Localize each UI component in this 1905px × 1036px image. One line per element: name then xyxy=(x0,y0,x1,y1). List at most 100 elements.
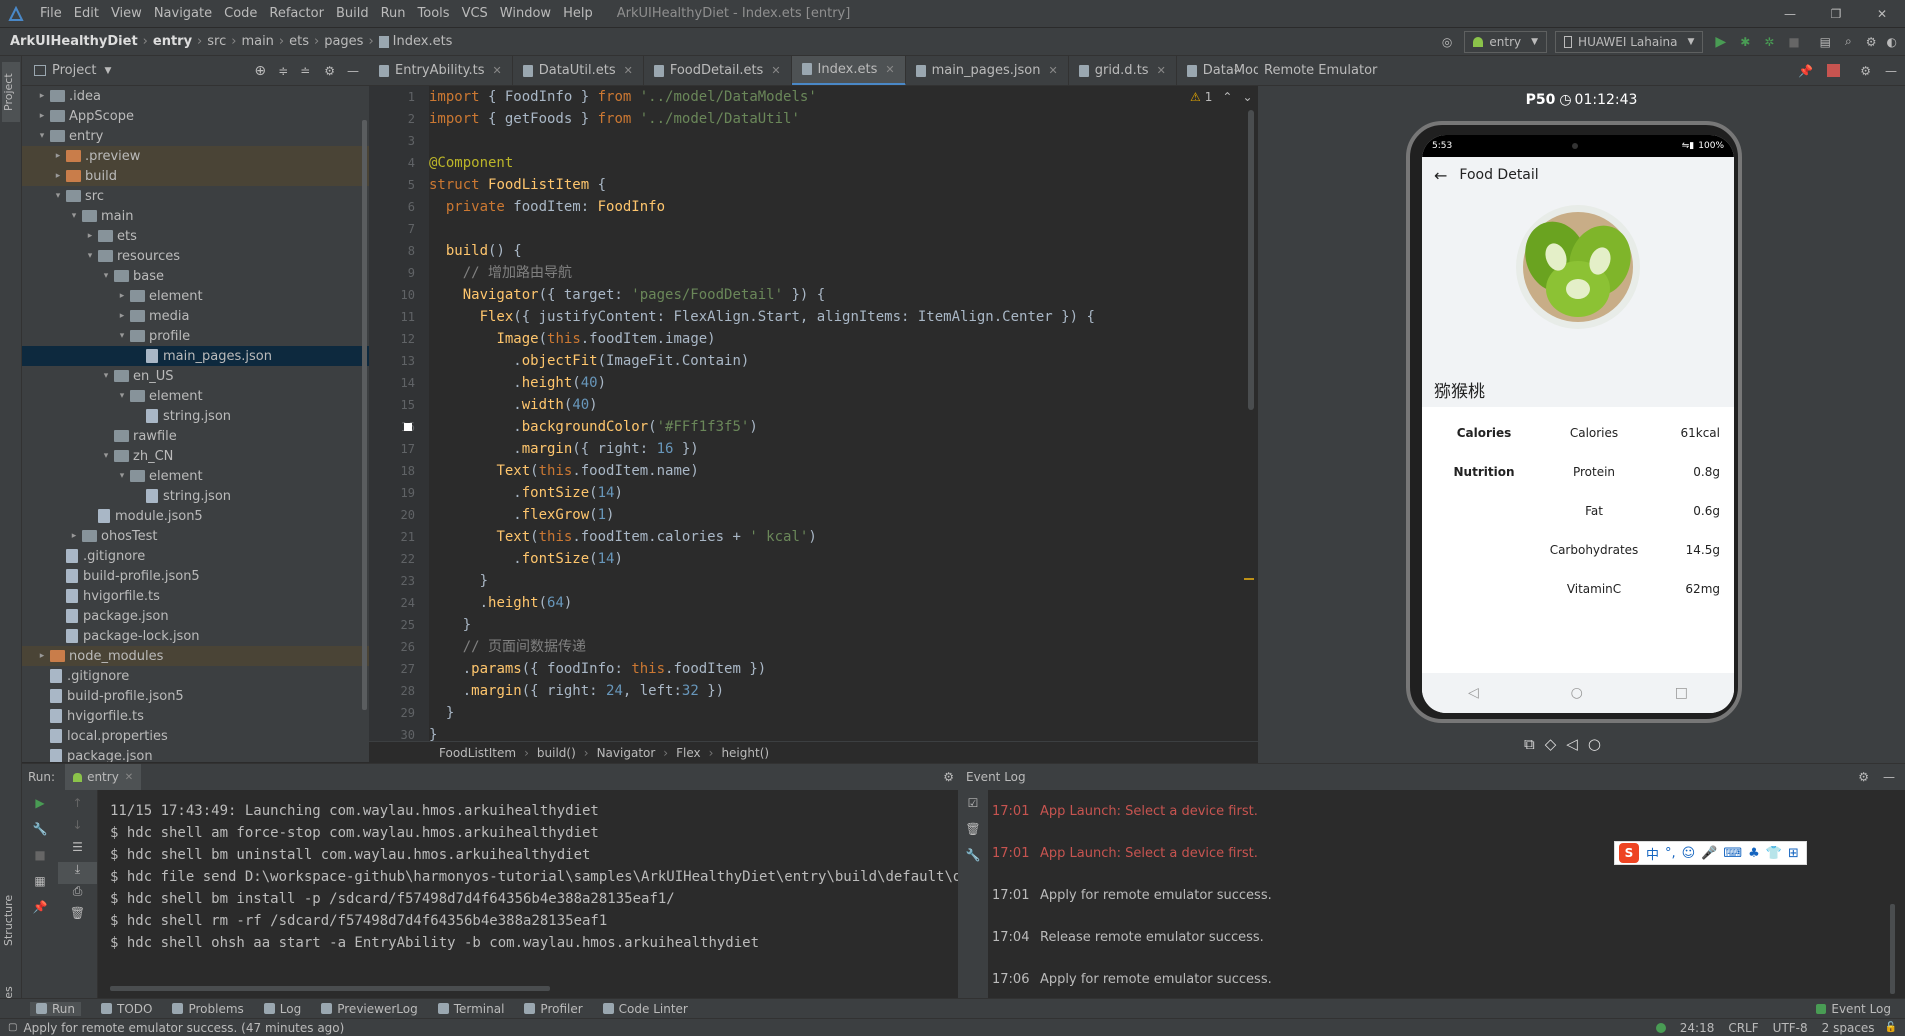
tool-tab-run[interactable]: Run xyxy=(30,1001,82,1016)
mark-read-icon[interactable]: ☑ xyxy=(958,796,988,822)
run-config-select[interactable]: entry ▼ xyxy=(1464,30,1548,53)
hide-panel-icon[interactable]: — xyxy=(1883,770,1895,784)
close-tab-icon[interactable]: ✕ xyxy=(1049,64,1058,77)
search-icon[interactable]: ⌕ xyxy=(1845,34,1852,49)
ime-button[interactable]: ☺ xyxy=(1682,846,1696,861)
print-icon[interactable]: ⎙ xyxy=(58,884,97,906)
pin-icon[interactable]: 📌 xyxy=(22,900,58,926)
chevron-right-icon[interactable]: ▸ xyxy=(114,311,130,321)
tab-list-chevron-icon[interactable]: ⌄ xyxy=(1232,62,1241,75)
home-icon[interactable]: ○ xyxy=(1588,735,1601,753)
chevron-down-icon[interactable]: ⌄ xyxy=(1242,90,1252,104)
code-editor[interactable]: import { FoodInfo } from '../model/DataM… xyxy=(429,86,1258,741)
tool-tab-profiler[interactable]: Profiler xyxy=(524,1002,583,1016)
menu-edit[interactable]: Edit xyxy=(68,6,105,21)
tree-item[interactable]: module.json5 xyxy=(22,506,369,526)
event-message[interactable]: App Launch: Select a device first. xyxy=(1040,846,1258,861)
breadcrumb-item[interactable]: src xyxy=(207,34,226,49)
tree-item[interactable]: ▸ ets xyxy=(22,226,369,246)
project-tool-tab[interactable]: Project xyxy=(2,62,20,122)
restore-button[interactable]: ❐ xyxy=(1813,7,1859,21)
code-breadcrumb-item[interactable]: FoodListItem xyxy=(439,746,516,760)
chevron-down-icon[interactable]: ▾ xyxy=(114,331,130,341)
gear-icon[interactable]: ⚙ xyxy=(1858,770,1869,784)
tree-scrollbar[interactable] xyxy=(362,120,367,710)
close-tab-icon[interactable]: ✕ xyxy=(624,64,633,77)
close-tab-icon[interactable]: ✕ xyxy=(1157,64,1166,77)
ime-button[interactable]: ⌨ xyxy=(1723,846,1742,861)
chevron-right-icon[interactable]: ▸ xyxy=(34,651,50,661)
chevron-down-icon[interactable]: ▾ xyxy=(98,271,114,281)
editor-tab[interactable]: DataModels.ets✕ xyxy=(1177,56,1258,85)
code-breadcrumb-item[interactable]: Navigator xyxy=(597,746,656,760)
tree-item[interactable]: ▸ AppScope xyxy=(22,106,369,126)
tree-item[interactable]: ▸ media xyxy=(22,306,369,326)
tree-item[interactable]: ▸ .idea xyxy=(22,86,369,106)
project-view-select[interactable]: Project xyxy=(52,63,96,78)
ime-button[interactable]: °, xyxy=(1665,846,1676,861)
file-encoding[interactable]: UTF-8 xyxy=(1773,1021,1808,1035)
tree-item[interactable]: package-lock.json xyxy=(22,626,369,646)
menu-view[interactable]: View xyxy=(105,6,148,21)
breadcrumb-item[interactable]: entry xyxy=(153,34,192,49)
event-log-tab[interactable]: Event Log xyxy=(1816,1002,1891,1016)
locate-file-icon[interactable]: ⊕ xyxy=(254,63,266,79)
tree-item[interactable]: hvigorfile.ts xyxy=(22,706,369,726)
status-message[interactable]: Apply for remote emulator success. (47 m… xyxy=(23,1021,344,1035)
editor-tab[interactable]: main_pages.json ✕ xyxy=(906,56,1069,85)
tree-item[interactable]: hvigorfile.ts xyxy=(22,586,369,606)
breadcrumb-item[interactable]: pages xyxy=(324,34,363,49)
menu-file[interactable]: File xyxy=(34,6,68,21)
code-breadcrumb-item[interactable]: build() xyxy=(537,746,576,760)
collapse-all-icon[interactable]: ≐ xyxy=(300,64,310,78)
ime-button[interactable]: ♣ xyxy=(1748,846,1760,861)
tool-tab-todo[interactable]: TODO xyxy=(101,1002,152,1016)
tree-item[interactable]: ▸ node_modules xyxy=(22,646,369,666)
chevron-down-icon[interactable]: ▼ xyxy=(104,66,111,76)
settings-icon[interactable]: ⚙ xyxy=(1866,35,1877,49)
menu-refactor[interactable]: Refactor xyxy=(263,6,330,21)
chevron-down-icon[interactable]: ▾ xyxy=(98,371,114,381)
event-scrollbar[interactable] xyxy=(1890,904,1895,994)
tree-item[interactable]: rawfile xyxy=(22,426,369,446)
screenshot-icon[interactable]: ⧉ xyxy=(1524,735,1535,753)
tool-tab-log[interactable]: Log xyxy=(263,1002,301,1016)
tree-item[interactable]: ▾ resources xyxy=(22,246,369,266)
project-structure-icon[interactable]: ▤ xyxy=(1820,35,1831,49)
chevron-right-icon[interactable]: ▸ xyxy=(34,91,50,101)
chevron-down-icon[interactable]: ▾ xyxy=(34,131,50,141)
event-message[interactable]: Release remote emulator success. xyxy=(1040,930,1264,945)
tree-item[interactable]: ▾ element xyxy=(22,386,369,406)
tree-item[interactable]: ▸ .preview xyxy=(22,146,369,166)
breadcrumb-item[interactable]: Index.ets xyxy=(393,34,453,49)
soft-wrap-icon[interactable]: ☰ xyxy=(58,840,97,862)
menu-navigate[interactable]: Navigate xyxy=(148,6,218,21)
editor-tab[interactable]: Index.ets ✕ xyxy=(791,56,906,85)
tree-item[interactable]: ▾ element xyxy=(22,466,369,486)
ime-button[interactable]: 🎤 xyxy=(1701,846,1717,861)
menu-vcs[interactable]: VCS xyxy=(456,6,494,21)
attach-debugger-icon[interactable]: ✲ xyxy=(1764,35,1774,49)
tool-tab-terminal[interactable]: Terminal xyxy=(437,1002,504,1016)
wrench-icon[interactable]: 🔧 xyxy=(22,822,58,848)
ime-button[interactable]: 中 xyxy=(1646,844,1659,863)
breadcrumb-item[interactable]: main xyxy=(241,34,273,49)
tree-item[interactable]: build-profile.json5 xyxy=(22,566,369,586)
breadcrumb-item[interactable]: ets xyxy=(289,34,309,49)
gear-icon[interactable]: ⚙ xyxy=(943,770,954,784)
menu-build[interactable]: Build xyxy=(330,6,375,21)
tree-item[interactable]: package.json xyxy=(22,606,369,626)
trash-icon[interactable]: 🗑 xyxy=(958,822,988,848)
code-breadcrumb-item[interactable]: height() xyxy=(721,746,769,760)
close-tab-icon[interactable]: ✕ xyxy=(771,64,780,77)
back-arrow-icon[interactable]: ← xyxy=(1434,166,1447,185)
chevron-right-icon[interactable]: ▸ xyxy=(50,151,66,161)
chevron-right-icon[interactable]: ▸ xyxy=(34,111,50,121)
rerun-icon[interactable]: ▶ xyxy=(22,796,58,822)
chevron-down-icon[interactable]: ▾ xyxy=(114,391,130,401)
status-icon[interactable]: ▢ xyxy=(8,1022,17,1033)
editor-tab[interactable]: grid.d.ts ✕ xyxy=(1069,56,1177,85)
gear-icon[interactable]: ⚙ xyxy=(324,64,335,78)
inspection-widget[interactable]: ⚠ 1 ⌃ ⌄ xyxy=(1190,90,1253,104)
console-hscrollbar[interactable] xyxy=(110,986,550,991)
